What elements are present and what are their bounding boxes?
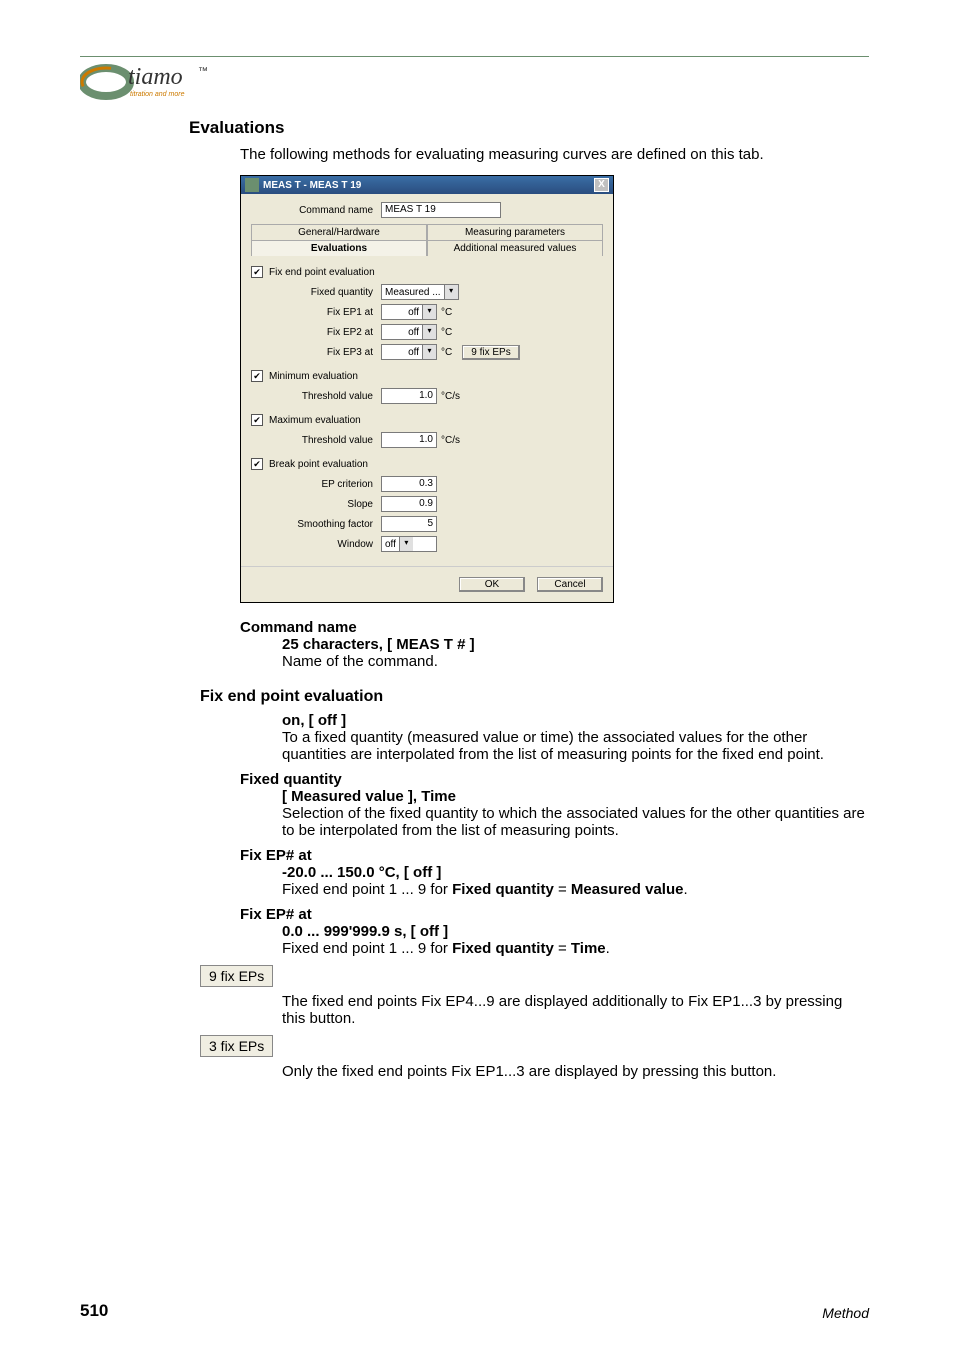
fixep-mv-desc: Fixed end point 1 ... 9 for Fixed quanti… [282, 881, 869, 898]
fix-ep2-unit: °C [441, 327, 452, 338]
smoothing-factor-label: Smoothing factor [251, 519, 381, 530]
fixep-time-range: 0.0 ... 999'999.9 s, [ off ] [282, 923, 869, 940]
fixed-quantity-desc: Selection of the fixed quantity to which… [282, 805, 869, 839]
fix-end-point-heading: Fix end point evaluation [200, 688, 869, 706]
chevron-down-icon: ▾ [422, 305, 436, 319]
smoothing-factor-input[interactable]: 5 [381, 516, 437, 532]
fix-ep1-label: Fix EP1 at [251, 307, 381, 318]
slope-input[interactable]: 0.9 [381, 496, 437, 512]
fixed-quantity-term: Fixed quantity [240, 771, 869, 788]
svg-text:tiamo: tiamo [128, 64, 183, 90]
break-point-evaluation-checkbox[interactable]: ✔ [251, 458, 263, 470]
fixep-time-desc: Fixed end point 1 ... 9 for Fixed quanti… [282, 940, 869, 957]
minimum-evaluation-checkbox[interactable]: ✔ [251, 370, 263, 382]
fixep-onoff-range: on, [ off ] [282, 712, 869, 729]
dialog-titlebar: MEAS T - MEAS T 19 X [241, 176, 613, 194]
fixep-mv-term: Fix EP# at [240, 847, 869, 864]
tab-additional-measured-values[interactable]: Additional measured values [427, 241, 603, 256]
dialog-meast: MEAS T - MEAS T 19 X Command name MEAS T… [240, 175, 614, 603]
window-select[interactable]: off ▾ [381, 536, 437, 552]
fix-ep3-label: Fix EP3 at [251, 347, 381, 358]
maximum-evaluation-label: Maximum evaluation [269, 415, 361, 426]
fix-ep2-label: Fix EP2 at [251, 327, 381, 338]
tab-evaluations[interactable]: Evaluations [251, 241, 427, 256]
footer-category: Method [822, 1305, 869, 1321]
window-label: Window [251, 539, 381, 550]
fixed-quantity-range: [ Measured value ], Time [282, 788, 869, 805]
fix-ep2-input[interactable]: off ▾ [381, 324, 437, 340]
tab-general-hardware[interactable]: General/Hardware [251, 224, 427, 240]
fixep-onoff-desc: To a fixed quantity (measured value or t… [282, 729, 869, 763]
nine-fix-eps-desc: The fixed end points Fix EP4...9 are dis… [282, 993, 869, 1027]
cancel-button[interactable]: Cancel [537, 577, 603, 592]
command-name-input[interactable]: MEAS T 19 [381, 202, 501, 218]
command-name-range: 25 characters, [ MEAS T # ] [282, 636, 869, 653]
tabbar: General/Hardware Measuring parameters Ev… [251, 224, 603, 256]
nine-fix-eps-button[interactable]: 9 fix EPs [462, 345, 519, 360]
chevron-down-icon: ▾ [399, 537, 413, 551]
three-fix-eps-button-doc[interactable]: 3 fix EPs [200, 1035, 273, 1057]
command-name-desc: Name of the command. [282, 653, 869, 670]
app-icon [245, 178, 259, 192]
maximum-evaluation-checkbox[interactable]: ✔ [251, 414, 263, 426]
ep-criterion-input[interactable]: 0.3 [381, 476, 437, 492]
intro-text: The following methods for evaluating mea… [240, 146, 869, 163]
max-threshold-unit: °C/s [441, 435, 460, 446]
fix-ep-evaluation-checkbox[interactable]: ✔ [251, 266, 263, 278]
chevron-down-icon: ▾ [444, 285, 458, 299]
fixep-time-term: Fix EP# at [240, 906, 869, 923]
page-number: 510 [80, 1301, 108, 1321]
fixep-mv-range: -20.0 ... 150.0 °C, [ off ] [282, 864, 869, 881]
break-point-evaluation-label: Break point evaluation [269, 459, 368, 470]
chevron-down-icon: ▾ [422, 345, 436, 359]
evaluations-heading: Evaluations [189, 118, 869, 138]
slope-label: Slope [251, 499, 381, 510]
chevron-down-icon: ▾ [422, 325, 436, 339]
max-threshold-label: Threshold value [251, 435, 381, 446]
command-name-label: Command name [251, 205, 381, 216]
command-name-term: Command name [240, 619, 869, 636]
fix-ep3-input[interactable]: off ▾ [381, 344, 437, 360]
fixed-quantity-select[interactable]: Measured ... ▾ [381, 284, 459, 300]
fix-ep1-input[interactable]: off ▾ [381, 304, 437, 320]
close-icon[interactable]: X [594, 178, 609, 192]
brand-logo: tiamo ™ titration and more [80, 60, 220, 104]
nine-fix-eps-button-doc[interactable]: 9 fix EPs [200, 965, 273, 987]
dialog-title: MEAS T - MEAS T 19 [263, 180, 590, 191]
svg-text:titration and more: titration and more [130, 91, 185, 98]
max-threshold-input[interactable]: 1.0 [381, 432, 437, 448]
svg-text:™: ™ [198, 66, 208, 77]
minimum-evaluation-label: Minimum evaluation [269, 371, 358, 382]
fixed-quantity-label: Fixed quantity [251, 287, 381, 298]
fix-ep1-unit: °C [441, 307, 452, 318]
three-fix-eps-desc: Only the fixed end points Fix EP1...3 ar… [282, 1063, 869, 1080]
fix-ep-evaluation-label: Fix end point evaluation [269, 267, 375, 278]
min-threshold-label: Threshold value [251, 391, 381, 402]
tab-measuring-parameters[interactable]: Measuring parameters [427, 224, 603, 240]
min-threshold-input[interactable]: 1.0 [381, 388, 437, 404]
min-threshold-unit: °C/s [441, 391, 460, 402]
ok-button[interactable]: OK [459, 577, 525, 592]
ep-criterion-label: EP criterion [251, 479, 381, 490]
fix-ep3-unit: °C [441, 347, 452, 358]
